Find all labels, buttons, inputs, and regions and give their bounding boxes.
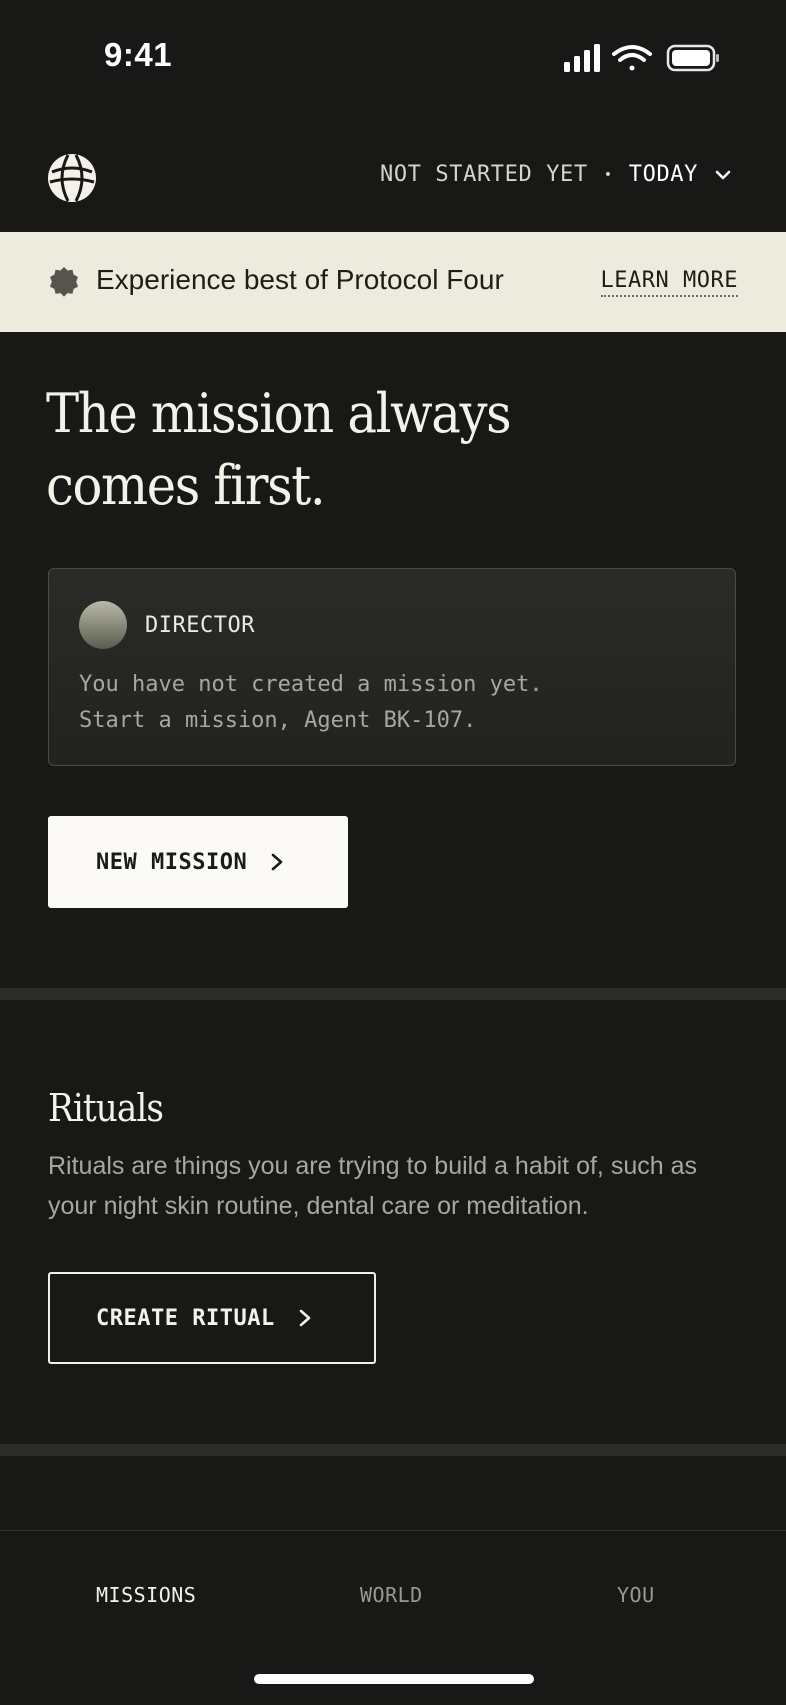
director-card: DIRECTOR You have not created a mission …	[48, 568, 736, 766]
badge-icon	[50, 267, 78, 297]
chevron-down-icon	[715, 170, 731, 179]
message-line-2: Start a mission, Agent BK-107.	[79, 708, 477, 733]
avatar	[79, 601, 127, 649]
director-message: You have not created a mission yet. Star…	[79, 667, 543, 739]
wifi-icon	[612, 45, 652, 71]
home-indicator	[254, 1674, 534, 1684]
new-mission-button[interactable]: NEW MISSION	[48, 816, 348, 908]
section-divider	[0, 1444, 786, 1456]
title-line-1: The mission always	[46, 382, 512, 445]
tab-missions[interactable]: MISSIONS	[96, 1583, 196, 1607]
page-title: The mission always comes first.	[46, 378, 524, 522]
new-mission-label: NEW MISSION	[96, 849, 248, 875]
learn-more-link[interactable]: LEARN MORE	[600, 268, 738, 297]
battery-icon	[666, 44, 719, 72]
filter-status: NOT STARTED YET	[380, 162, 588, 187]
status-time: 9:41	[104, 36, 173, 73]
rituals-description: Rituals are things you are trying to bui…	[48, 1152, 697, 1220]
promo-banner: Experience best of Protocol Four LEARN M…	[0, 232, 786, 332]
filter-separator: •	[603, 166, 613, 183]
tab-you[interactable]: YOU	[617, 1583, 655, 1607]
filter-period: TODAY	[628, 162, 698, 187]
tab-world[interactable]: WORLD	[360, 1583, 423, 1607]
banner-text: Experience best of Protocol Four	[96, 264, 504, 295]
create-ritual-button[interactable]: CREATE RITUAL	[48, 1272, 376, 1364]
title-line-2: comes first.	[46, 454, 326, 517]
chevron-right-icon	[271, 853, 283, 871]
section-divider	[0, 988, 786, 1000]
date-filter[interactable]: NOT STARTED YET • TODAY	[380, 162, 732, 187]
chevron-right-icon	[299, 1309, 310, 1327]
globe-icon[interactable]	[46, 152, 98, 204]
create-ritual-label: CREATE RITUAL	[96, 1305, 275, 1331]
rituals-title: Rituals	[48, 1086, 164, 1130]
director-label: DIRECTOR	[145, 613, 255, 638]
status-icons	[564, 44, 719, 72]
message-line-1: You have not created a mission yet.	[79, 672, 543, 697]
signal-icon	[564, 44, 600, 72]
